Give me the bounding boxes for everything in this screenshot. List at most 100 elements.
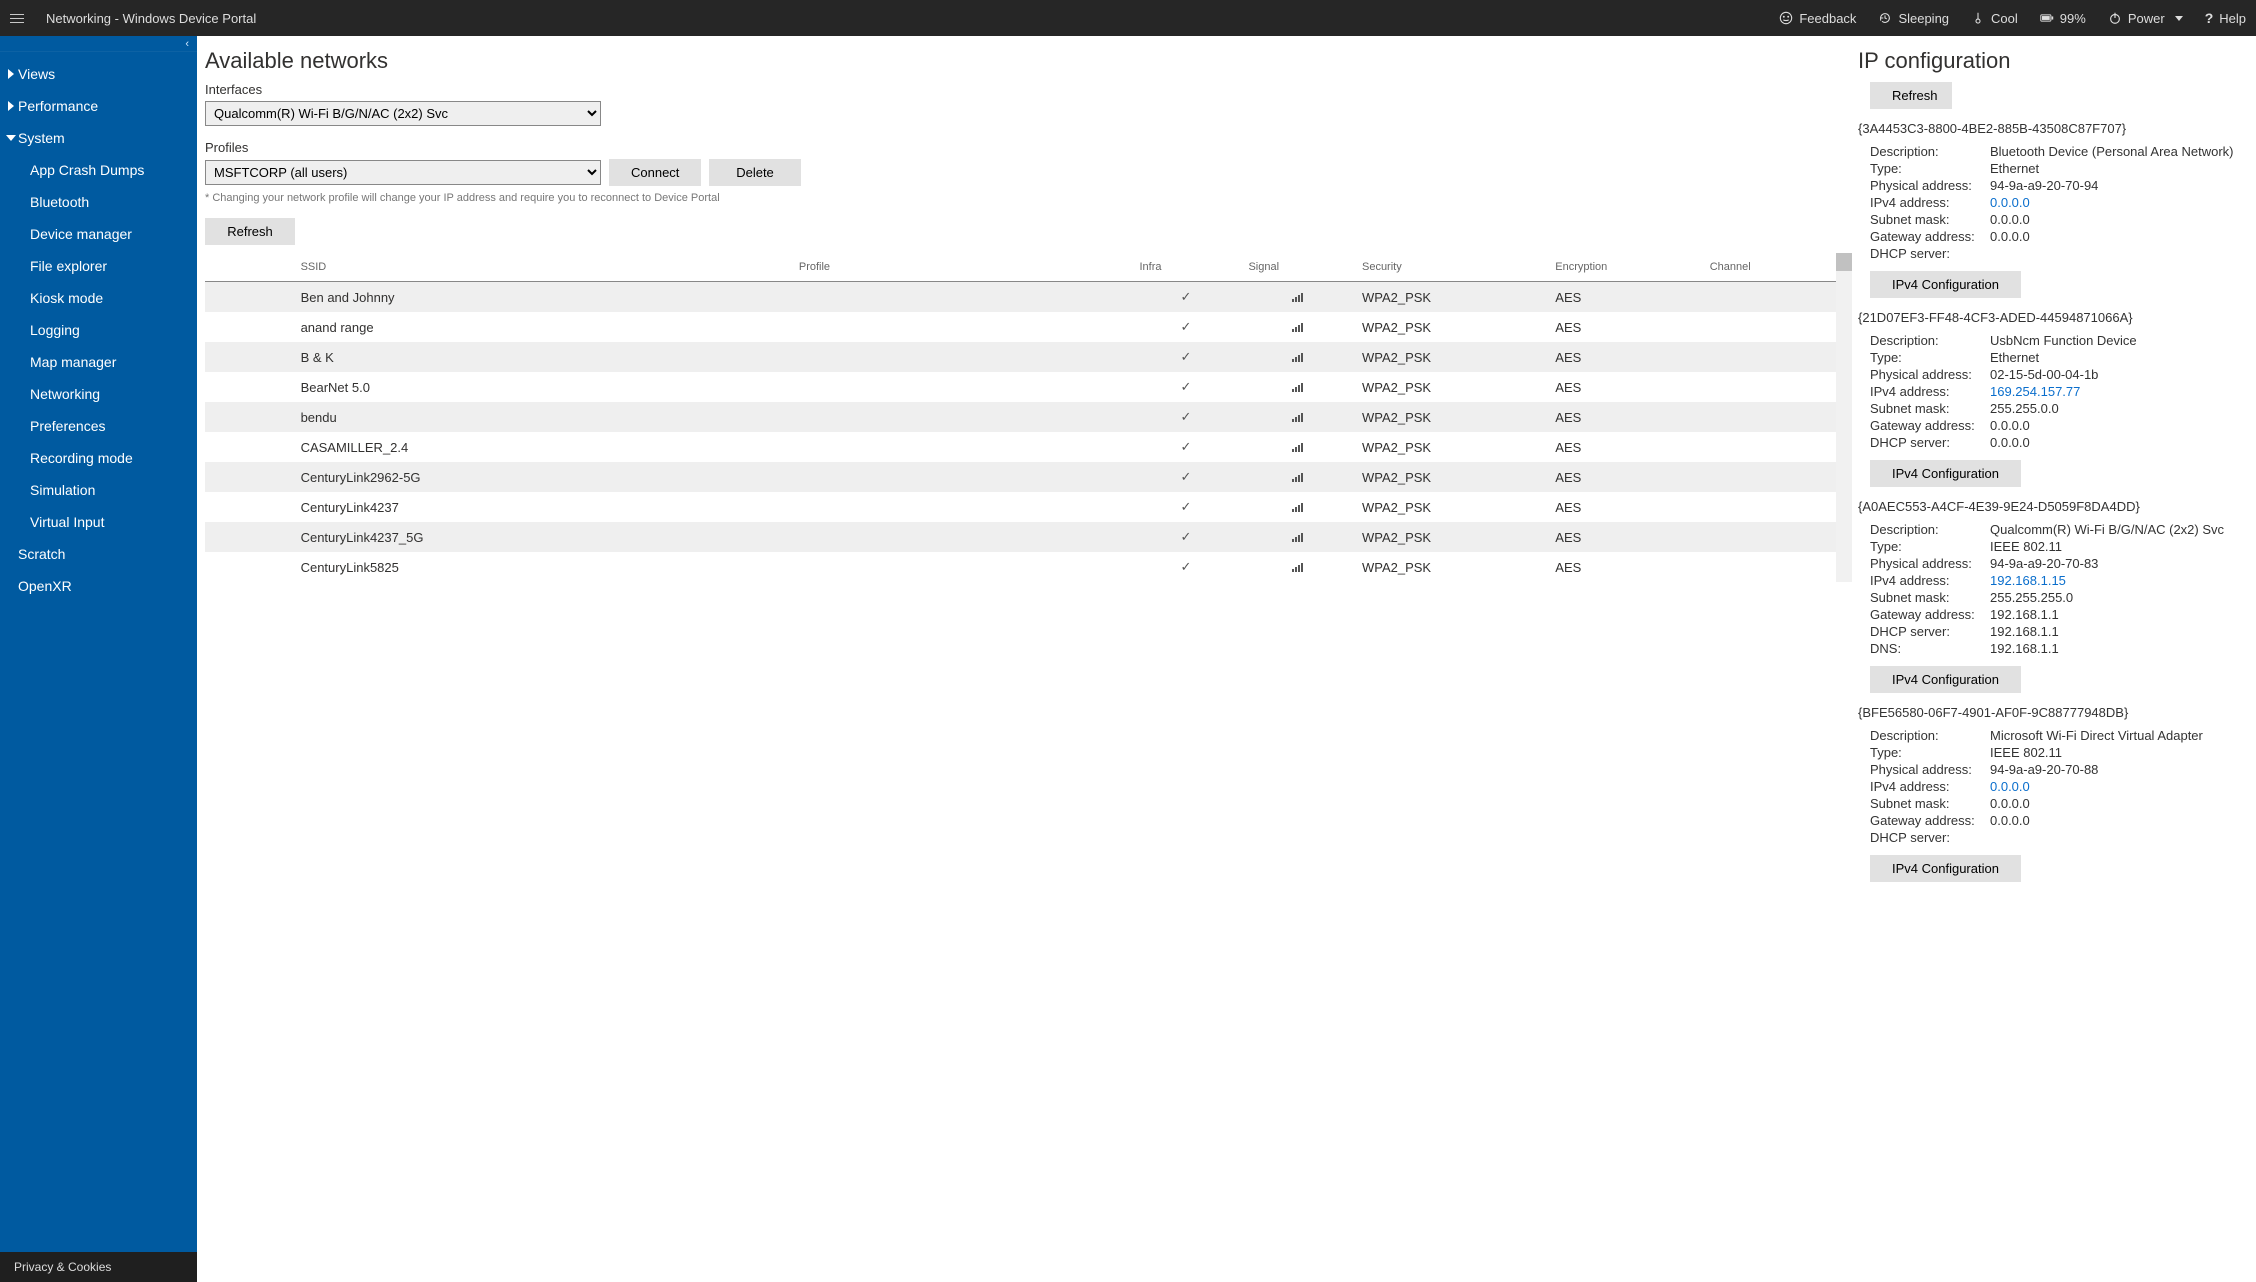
column-header[interactable]: Profile [791, 253, 1132, 282]
interfaces-select[interactable]: Qualcomm(R) Wi-Fi B/G/N/AC (2x2) Svc [205, 101, 601, 126]
ipv4-configuration-button[interactable]: IPv4 Configuration [1870, 460, 2021, 487]
sleep-status[interactable]: Sleeping [1878, 11, 1949, 26]
chevron-down-icon [2175, 16, 2183, 21]
question-icon: ? [2205, 10, 2214, 26]
ipv4-address-link[interactable]: 169.254.157.77 [1990, 384, 2256, 399]
top-bar: Networking - Windows Device Portal Feedb… [0, 0, 2256, 36]
thermal-status[interactable]: Cool [1971, 11, 2018, 26]
property-value [1990, 246, 2256, 261]
ipconfig-heading: IP configuration [1858, 48, 2256, 74]
signal-icon [1292, 382, 1303, 392]
column-header[interactable] [205, 253, 269, 282]
sidebar-item-kiosk-mode[interactable]: Kiosk mode [8, 282, 197, 314]
power-menu[interactable]: Power [2108, 11, 2183, 26]
feedback-button[interactable]: Feedback [1779, 11, 1856, 26]
sidebar-item-device-manager[interactable]: Device manager [8, 218, 197, 250]
refresh-ipconfig-button[interactable]: Refresh [1870, 82, 1952, 109]
ipv4-configuration-button[interactable]: IPv4 Configuration [1870, 271, 2021, 298]
property-value: 94-9a-a9-20-70-83 [1990, 556, 2256, 571]
sidebar-collapse[interactable]: ‹ [0, 36, 197, 52]
delete-button[interactable]: Delete [709, 159, 801, 186]
sidebar-item-app-crash-dumps[interactable]: App Crash Dumps [8, 154, 197, 186]
column-header[interactable]: Security [1354, 253, 1547, 282]
property-value: UsbNcm Function Device [1990, 333, 2256, 348]
check-icon: ✓ [1181, 319, 1192, 334]
help-button[interactable]: ? Help [2205, 10, 2246, 26]
column-header[interactable]: Infra [1131, 253, 1240, 282]
sidebar-item-recording-mode[interactable]: Recording mode [8, 442, 197, 474]
ipv4-address-link[interactable]: 192.168.1.15 [1990, 573, 2256, 588]
sidebar-item-bluetooth[interactable]: Bluetooth [8, 186, 197, 218]
property-key: DHCP server: [1870, 830, 1990, 845]
property-key: Subnet mask: [1870, 212, 1990, 227]
sidebar-item-label: System [18, 130, 65, 146]
property-key: Description: [1870, 333, 1990, 348]
property-key: Subnet mask: [1870, 796, 1990, 811]
network-row[interactable]: B & K✓WPA2_PSKAES [205, 342, 1838, 372]
adapter-properties: Description:Bluetooth Device (Personal A… [1870, 144, 2256, 261]
property-key: Physical address: [1870, 178, 1990, 193]
connect-button[interactable]: Connect [609, 159, 701, 186]
ipv4-configuration-button[interactable]: IPv4 Configuration [1870, 666, 2021, 693]
network-row[interactable]: CenturyLink2962-5G✓WPA2_PSKAES [205, 462, 1838, 492]
triangle-down-icon [6, 135, 16, 141]
column-header[interactable]: Signal [1240, 253, 1354, 282]
profiles-select[interactable]: MSFTCORP (all users) [205, 160, 601, 185]
sidebar-item-system[interactable]: System [8, 122, 197, 154]
property-value: Ethernet [1990, 161, 2256, 176]
sidebar-item-views[interactable]: Views [8, 58, 197, 90]
sidebar-item-simulation[interactable]: Simulation [8, 474, 197, 506]
column-header[interactable]: SSID [269, 253, 791, 282]
check-icon: ✓ [1181, 379, 1192, 394]
network-row[interactable]: CenturyLink5825✓WPA2_PSKAES [205, 552, 1838, 582]
check-icon: ✓ [1181, 529, 1192, 544]
network-row[interactable]: BearNet 5.0✓WPA2_PSKAES [205, 372, 1838, 402]
power-icon [2108, 11, 2122, 25]
sidebar-item-openxr[interactable]: OpenXR [8, 570, 197, 602]
ipv4-address-link[interactable]: 0.0.0.0 [1990, 779, 2256, 794]
hamburger-icon[interactable] [10, 8, 30, 28]
feedback-label: Feedback [1799, 11, 1856, 26]
thermal-label: Cool [1991, 11, 2018, 26]
sidebar-item-file-explorer[interactable]: File explorer [8, 250, 197, 282]
sidebar-item-map-manager[interactable]: Map manager [8, 346, 197, 378]
sidebar-item-performance[interactable]: Performance [8, 90, 197, 122]
column-header[interactable]: Encryption [1547, 253, 1701, 282]
networks-scrollbar[interactable] [1836, 253, 1852, 582]
sidebar-item-scratch[interactable]: Scratch [8, 538, 197, 570]
signal-icon [1292, 502, 1303, 512]
network-row[interactable]: CenturyLink4237_5G✓WPA2_PSKAES [205, 522, 1838, 552]
battery-status[interactable]: 99% [2040, 11, 2086, 26]
adapter-guid: {3A4453C3-8800-4BE2-885B-43508C87F707} [1858, 121, 2256, 136]
property-value: 02-15-5d-00-04-1b [1990, 367, 2256, 382]
privacy-link[interactable]: Privacy & Cookies [0, 1252, 197, 1282]
property-key: IPv4 address: [1870, 195, 1990, 210]
check-icon: ✓ [1181, 409, 1192, 424]
adapter-guid: {BFE56580-06F7-4901-AF0F-9C88777948DB} [1858, 705, 2256, 720]
column-header[interactable]: Channel [1702, 253, 1838, 282]
battery-icon [2040, 11, 2054, 25]
property-key: Physical address: [1870, 762, 1990, 777]
profile-change-hint: * Changing your network profile will cha… [205, 192, 1838, 204]
property-value: 0.0.0.0 [1990, 212, 2256, 227]
ipv4-configuration-button[interactable]: IPv4 Configuration [1870, 855, 2021, 882]
network-row[interactable]: Ben and Johnny✓WPA2_PSKAES [205, 282, 1838, 313]
sidebar-item-label: OpenXR [18, 578, 72, 594]
network-row[interactable]: CenturyLink4237✓WPA2_PSKAES [205, 492, 1838, 522]
property-key: DHCP server: [1870, 246, 1990, 261]
sidebar-item-logging[interactable]: Logging [8, 314, 197, 346]
check-icon: ✓ [1181, 289, 1192, 304]
sidebar-item-virtual-input[interactable]: Virtual Input [8, 506, 197, 538]
refresh-networks-button[interactable]: Refresh [205, 218, 295, 245]
ipv4-address-link[interactable]: 0.0.0.0 [1990, 195, 2256, 210]
signal-icon [1292, 322, 1303, 332]
network-row[interactable]: anand range✓WPA2_PSKAES [205, 312, 1838, 342]
network-row[interactable]: CASAMILLER_2.4✓WPA2_PSKAES [205, 432, 1838, 462]
available-networks-pane: Available networks Interfaces Qualcomm(R… [197, 36, 1856, 1282]
sidebar-item-preferences[interactable]: Preferences [8, 410, 197, 442]
property-key: DHCP server: [1870, 435, 1990, 450]
property-key: Physical address: [1870, 367, 1990, 382]
sidebar-item-networking[interactable]: Networking [8, 378, 197, 410]
network-row[interactable]: bendu✓WPA2_PSKAES [205, 402, 1838, 432]
property-value: 0.0.0.0 [1990, 229, 2256, 244]
